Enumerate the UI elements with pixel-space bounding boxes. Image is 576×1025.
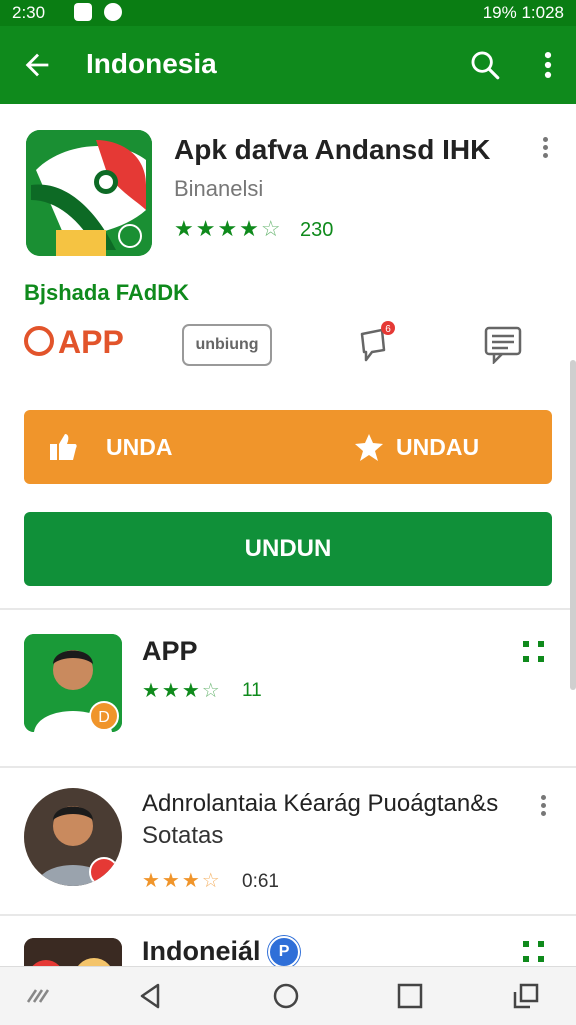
list-item-title: Adnrolantaia Kéarág Puoágtan&s: [142, 790, 499, 817]
favorite-button[interactable]: UNDAU: [354, 432, 479, 462]
list-item-title: Indoneiál P: [142, 936, 301, 966]
status-time: 2:30: [12, 3, 46, 22]
list-item[interactable]: D APP ★★★☆ 11: [0, 610, 576, 766]
outline-button[interactable]: unbiung: [182, 324, 272, 366]
page-title: Indonesia: [86, 48, 217, 79]
featured-app-subtitle: Binanelsi: [174, 176, 264, 201]
recents-icon[interactable]: [396, 982, 424, 1010]
list-thumb: D: [24, 634, 122, 732]
brand-text: APP: [58, 324, 124, 360]
list-more-icon[interactable]: [538, 792, 548, 820]
list-thumb: [24, 788, 122, 886]
list-thumb: [24, 938, 122, 966]
message-icon[interactable]: [484, 324, 524, 364]
list-item-stars: ★★★☆: [142, 680, 222, 702]
app-bar: Indonesia: [0, 26, 576, 104]
verified-badge-letter: P: [278, 943, 290, 960]
like-button[interactable]: UNDA: [48, 432, 172, 462]
like-button-label: UNDA: [106, 433, 173, 460]
split-screen-icon[interactable]: [512, 982, 540, 1010]
app-logo-icon: [26, 130, 152, 256]
featured-app-card: Apk dafva Andansd IHK Binanelsi ★★★★☆ 23…: [6, 104, 576, 610]
notification-icon: [74, 3, 92, 21]
featured-subline: Bjshada FAdDK: [24, 280, 190, 305]
chat-icon[interactable]: 6: [356, 320, 396, 366]
list-item[interactable]: Adnrolantaia Kéarág Puoágtan&s Sotatas ★…: [0, 768, 576, 916]
search-icon[interactable]: [468, 48, 502, 82]
list-item-stars: ★★★☆: [142, 870, 222, 892]
arrow-left-icon[interactable]: [20, 48, 54, 82]
list-item[interactable]: Indoneiál P: [0, 916, 576, 966]
person-avatar-icon: D: [24, 634, 122, 732]
brand-label: APP: [24, 324, 124, 361]
chat-badge: 6: [385, 324, 391, 335]
verified-badge-icon: P: [268, 936, 301, 966]
list-item-title: APP: [142, 636, 198, 666]
battery-label: 19%: [482, 3, 517, 22]
status-right: 19% 1:028: [483, 3, 564, 23]
list-badge: D: [98, 709, 110, 726]
featured-rating-stars: ★★★★☆: [174, 216, 283, 241]
keyboard-switch-icon[interactable]: [24, 982, 52, 1010]
back-icon[interactable]: [136, 982, 164, 1010]
install-button[interactable]: UNDUN: [24, 512, 552, 586]
featured-app-icon[interactable]: [26, 130, 152, 256]
more-vert-icon[interactable]: [540, 48, 556, 82]
status-clock: 1:028: [521, 3, 564, 22]
featured-more-icon[interactable]: [540, 134, 550, 162]
sync-icon: [104, 3, 122, 21]
featured-rating-count: 230: [300, 219, 334, 241]
list-item-rating: 11: [242, 680, 262, 701]
featured-app-title[interactable]: Apk dafva Andansd IHK: [174, 134, 490, 166]
grid-menu-icon[interactable]: [522, 640, 546, 664]
grid-menu-icon[interactable]: [522, 940, 546, 964]
orange-action-bar: UNDA UNDAU: [24, 410, 552, 484]
list-item-title-text: Indoneiál: [142, 936, 261, 966]
status-bar: 2:30 19% 1:028: [0, 0, 576, 26]
favorite-button-label: UNDAU: [396, 433, 480, 460]
star-icon: [355, 434, 383, 461]
list-item-subtitle: Sotatas: [142, 822, 224, 849]
home-icon[interactable]: [272, 982, 300, 1010]
brand-logo-icon: [24, 326, 54, 356]
scrollbar[interactable]: [570, 360, 576, 690]
system-nav-bar: [0, 966, 576, 1025]
thumbs-up-icon: [50, 434, 77, 460]
list-item-rating: 0:61: [242, 871, 279, 892]
food-image-icon: [24, 938, 122, 966]
person-avatar-icon: [24, 788, 122, 886]
